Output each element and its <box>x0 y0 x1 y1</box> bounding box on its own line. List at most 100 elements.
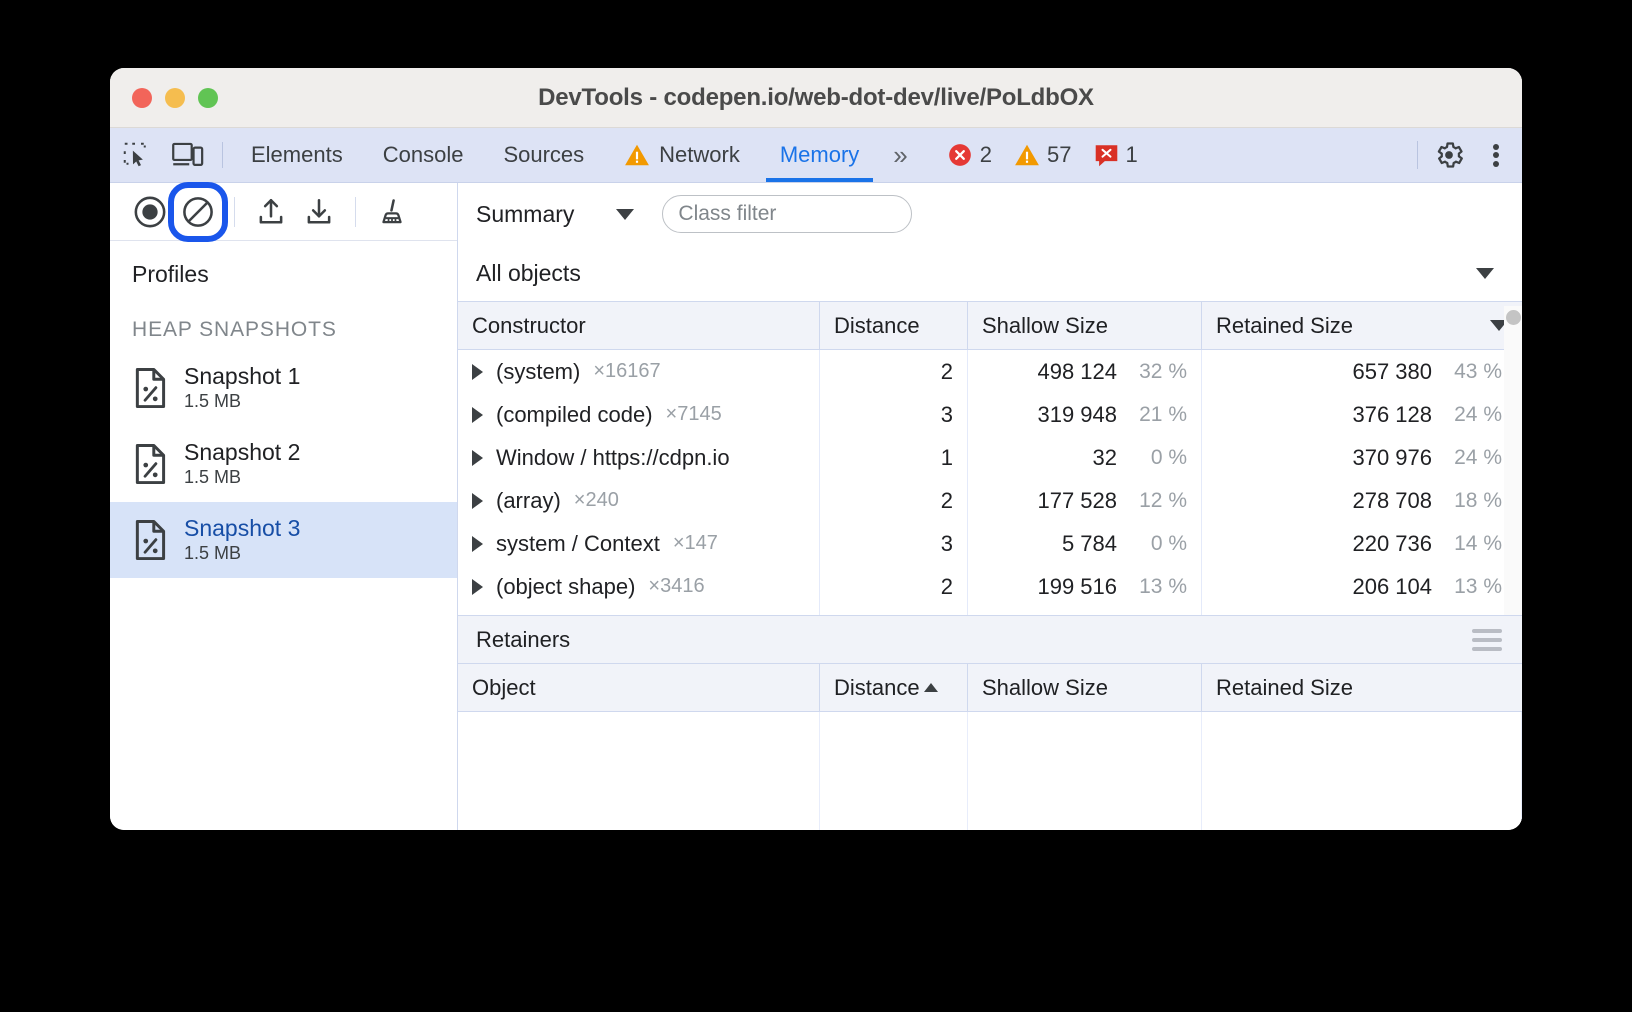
snapshot-file-icon <box>132 367 170 409</box>
cell-constructor: (system) ×16167 <box>458 350 820 393</box>
cell-retained-size: 278 708 18 % <box>1202 479 1522 522</box>
scrollbar-thumb[interactable] <box>1506 310 1521 325</box>
table-vertical-scrollbar[interactable] <box>1504 306 1522 615</box>
snapshot-name: Snapshot 1 <box>184 363 300 389</box>
kebab-menu-icon <box>1493 141 1499 169</box>
constructor-name: system / Context <box>496 531 660 557</box>
object-count: ×147 <box>673 532 718 555</box>
shallow-size-value: 32 <box>1093 445 1117 471</box>
shallow-size-percent: 21 % <box>1127 403 1187 427</box>
table-row[interactable]: (system) ×16167 2 498 124 32 % 657 380 4… <box>458 350 1522 393</box>
retained-size-percent: 24 % <box>1442 403 1502 427</box>
cell-constructor: (string) ×6420 <box>458 608 820 615</box>
record-heap-snapshot-button[interactable] <box>126 188 174 236</box>
load-profile-button[interactable] <box>247 188 295 236</box>
more-tabs-button[interactable]: » <box>879 128 921 182</box>
cell-constructor: Window / https://cdpn.io <box>458 436 820 479</box>
expand-triangle-icon[interactable] <box>472 364 483 380</box>
broom-icon <box>376 196 408 228</box>
column-header-distance[interactable]: Distance <box>820 664 968 711</box>
table-row[interactable]: (array) ×240 2 177 528 12 % 278 708 18 % <box>458 479 1522 522</box>
shallow-size-percent: 13 % <box>1127 575 1187 599</box>
warning-counter[interactable]: 57 <box>1003 142 1082 168</box>
inspect-element-button[interactable] <box>110 128 162 182</box>
retained-size-percent: 18 % <box>1442 489 1502 513</box>
device-toolbar-button[interactable] <box>162 128 214 182</box>
expand-triangle-icon[interactable] <box>472 450 483 466</box>
column-header-constructor[interactable]: Constructor <box>458 302 820 349</box>
save-profile-button[interactable] <box>295 188 343 236</box>
expand-triangle-icon[interactable] <box>472 493 483 509</box>
shallow-size-percent: 32 % <box>1127 360 1187 384</box>
memory-view-toolbar: Summary <box>458 183 1522 245</box>
table-row[interactable]: (compiled code) ×7145 3 319 948 21 % 376… <box>458 393 1522 436</box>
cell-distance: 3 <box>820 608 968 615</box>
tabstrip-right-actions <box>1411 128 1522 182</box>
chevron-down-icon <box>616 209 634 220</box>
cell-shallow-size: 199 516 13 % <box>968 565 1202 608</box>
shallow-size-value: 177 528 <box>1037 488 1117 514</box>
tab-label: Network <box>659 142 740 168</box>
retained-size-percent: 13 % <box>1442 575 1502 599</box>
tab-elements[interactable]: Elements <box>231 128 363 182</box>
retained-size-value: 370 976 <box>1352 445 1432 471</box>
class-filter-input[interactable] <box>662 195 912 233</box>
cell-retained-size: 370 976 24 % <box>1202 436 1522 479</box>
cell-shallow-size: 32 0 % <box>968 436 1202 479</box>
retained-size-percent: 14 % <box>1442 532 1502 556</box>
object-count: ×7145 <box>666 403 722 426</box>
retainers-empty-cell-shallow <box>968 712 1202 830</box>
table-row[interactable]: system / Context ×147 3 5 784 0 % 220 73… <box>458 522 1522 565</box>
retainers-empty-body <box>458 712 1522 830</box>
hamburger-menu-icon[interactable] <box>1472 629 1506 651</box>
device-toolbar-icon <box>172 140 204 170</box>
cell-retained-size: 376 128 24 % <box>1202 393 1522 436</box>
view-mode-select[interactable]: Summary <box>476 201 640 228</box>
objects-filter-select[interactable]: All objects <box>458 245 1522 301</box>
retained-size-value: 376 128 <box>1352 402 1432 428</box>
list-item[interactable]: Snapshot 3 1.5 MB <box>110 502 457 578</box>
table-row[interactable]: Window / https://cdpn.io 1 32 0 % 370 97… <box>458 436 1522 479</box>
tab-label: Elements <box>251 142 343 168</box>
column-header-shallow-size[interactable]: Shallow Size <box>968 302 1202 349</box>
retained-size-value: 220 736 <box>1352 531 1432 557</box>
retained-size-value: 206 104 <box>1352 574 1432 600</box>
column-header-retained-size[interactable]: Retained Size <box>1202 664 1522 711</box>
tab-network[interactable]: Network <box>604 128 760 182</box>
tab-console[interactable]: Console <box>363 128 484 182</box>
devtools-window: DevTools - codepen.io/web-dot-dev/live/P… <box>110 68 1522 830</box>
devtools-more-button[interactable] <box>1474 128 1518 182</box>
retained-size-value: 278 708 <box>1352 488 1432 514</box>
table-row[interactable]: (string) ×6420 3 157 828 10 % 157 868 10… <box>458 608 1522 615</box>
tab-sources[interactable]: Sources <box>483 128 604 182</box>
cell-retained-size: 206 104 13 % <box>1202 565 1522 608</box>
collect-garbage-button[interactable] <box>368 188 416 236</box>
column-header-shallow-size[interactable]: Shallow Size <box>968 664 1202 711</box>
column-label: Object <box>472 675 536 701</box>
tab-label: Console <box>383 142 464 168</box>
column-header-object[interactable]: Object <box>458 664 820 711</box>
table-row[interactable]: (object shape) ×3416 2 199 516 13 % 206 … <box>458 565 1522 608</box>
issue-counter[interactable]: 1 <box>1083 142 1149 168</box>
settings-button[interactable] <box>1424 128 1474 182</box>
objects-filter-label: All objects <box>476 260 581 287</box>
column-header-distance[interactable]: Distance <box>820 302 968 349</box>
column-label: Retained Size <box>1216 313 1353 339</box>
list-item[interactable]: Snapshot 1 1.5 MB <box>110 350 457 426</box>
inspect-element-icon <box>121 140 151 170</box>
constructor-name: Window / https://cdpn.io <box>496 445 730 471</box>
cell-distance: 2 <box>820 565 968 608</box>
error-counter[interactable]: 2 <box>936 142 1003 168</box>
list-item[interactable]: Snapshot 2 1.5 MB <box>110 426 457 502</box>
expand-triangle-icon[interactable] <box>472 407 483 423</box>
shallow-size-percent: 0 % <box>1127 532 1187 556</box>
expand-triangle-icon[interactable] <box>472 536 483 552</box>
snapshot-size: 1.5 MB <box>184 390 300 413</box>
stop-clear-button[interactable] <box>174 188 222 236</box>
column-label: Distance <box>834 675 920 701</box>
tab-memory[interactable]: Memory <box>760 128 879 182</box>
column-header-retained-size[interactable]: Retained Size <box>1202 302 1522 349</box>
issue-message-icon <box>1094 143 1119 168</box>
expand-triangle-icon[interactable] <box>472 579 483 595</box>
retainers-empty-cell-retained <box>1202 712 1522 830</box>
